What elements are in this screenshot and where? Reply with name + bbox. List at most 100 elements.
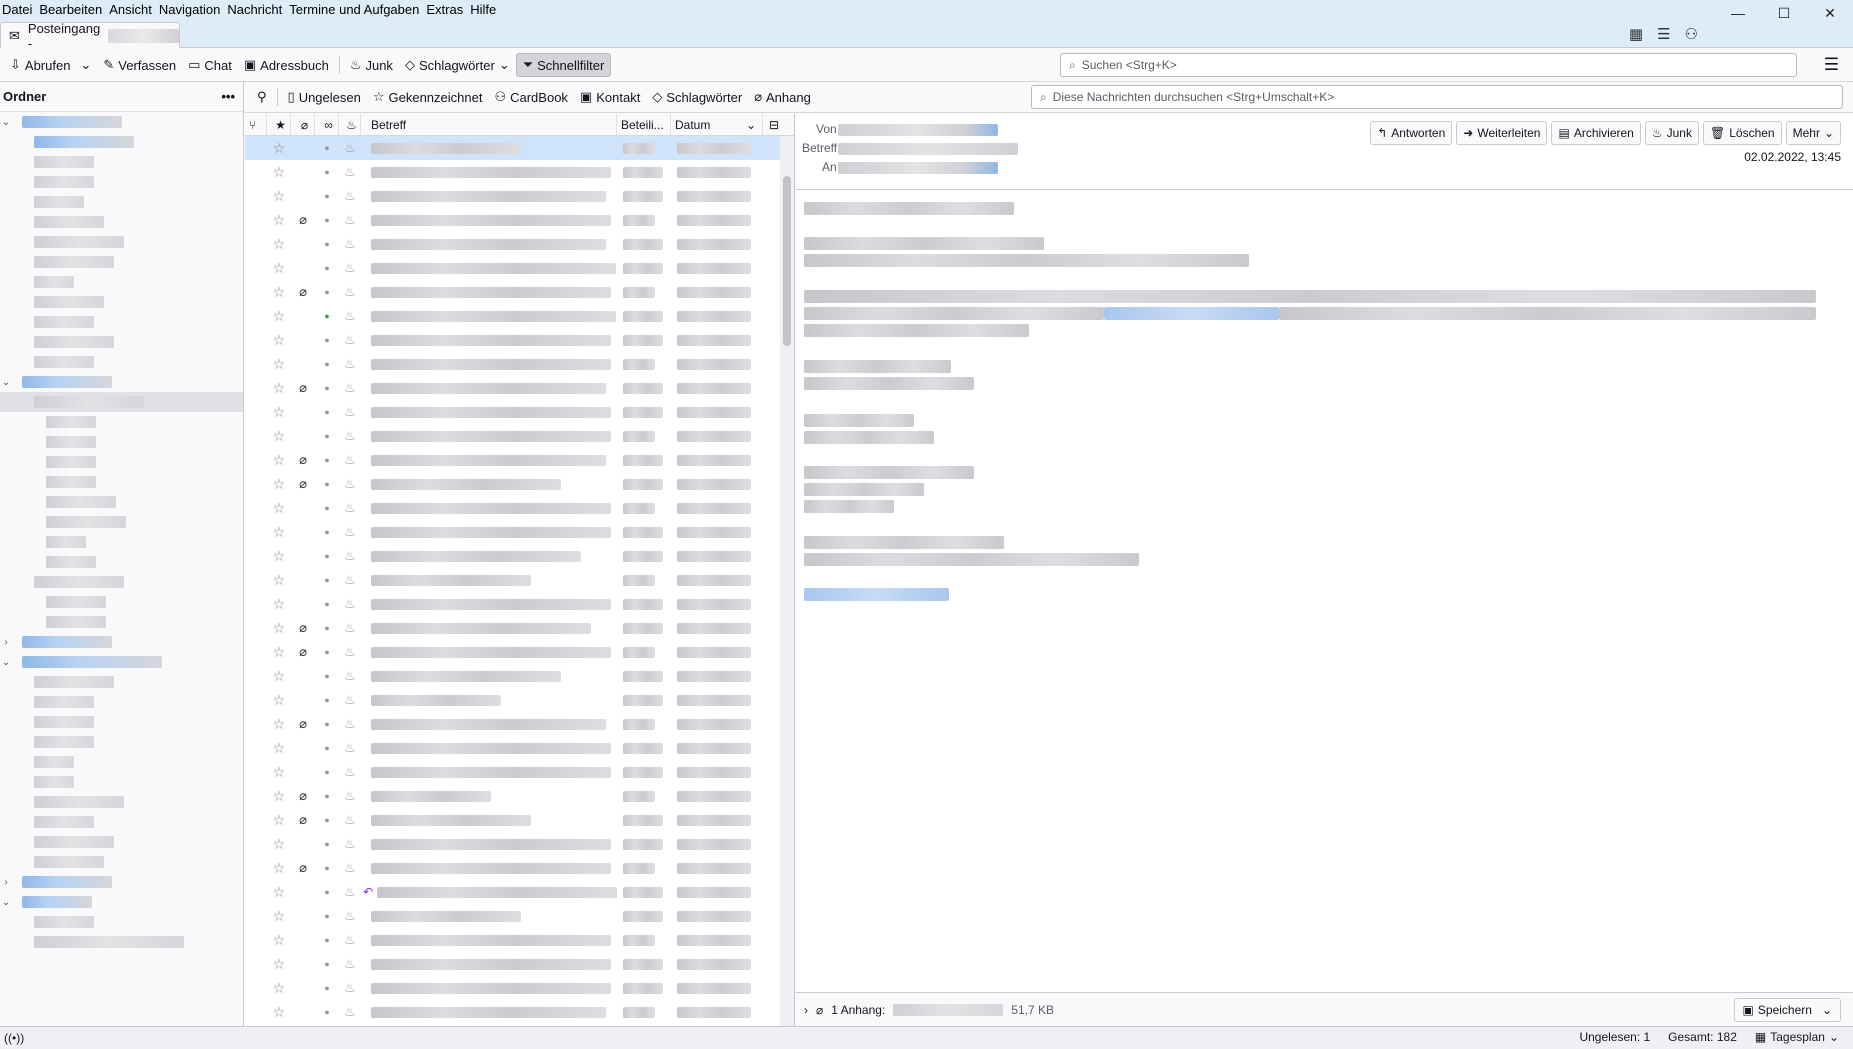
read-dot-icon[interactable]: ●: [315, 616, 339, 640]
menu-navigation[interactable]: Navigation: [157, 2, 225, 17]
table-row[interactable]: ☆ ⌀ ● ♨: [245, 376, 794, 400]
tab-inbox[interactable]: ✉ Posteingang -: [0, 21, 180, 51]
table-row[interactable]: ☆ ● ♨: [245, 232, 794, 256]
table-row[interactable]: ☆ ⌀ ● ♨: [245, 472, 794, 496]
folder-item[interactable]: [0, 412, 243, 432]
global-search-input[interactable]: ⌕ Suchen <Strg+K>: [1060, 53, 1797, 77]
folder-item[interactable]: [0, 212, 243, 232]
folder-item[interactable]: [0, 692, 243, 712]
table-row[interactable]: ☆ ● ♨: [245, 760, 794, 784]
junk-icon[interactable]: ♨: [339, 232, 361, 256]
table-row[interactable]: ☆ ● ♨: [245, 136, 794, 160]
folder-item[interactable]: [0, 852, 243, 872]
read-dot-icon[interactable]: ●: [315, 568, 339, 592]
column-attachment-icon[interactable]: ⌀: [291, 114, 315, 136]
star-icon[interactable]: ☆: [267, 256, 291, 280]
folder-item[interactable]: [0, 792, 243, 812]
thread-scrollbar[interactable]: [780, 136, 794, 1026]
read-dot-icon[interactable]: ●: [315, 544, 339, 568]
star-icon[interactable]: ☆: [267, 520, 291, 544]
read-dot-icon[interactable]: ●: [315, 472, 339, 496]
read-dot-icon[interactable]: ●: [315, 424, 339, 448]
table-row[interactable]: ☆ ⌀ ● ♨: [245, 784, 794, 808]
folder-item[interactable]: [0, 712, 243, 732]
write-button[interactable]: ✎ Verfassen: [97, 54, 182, 76]
junk-icon[interactable]: ♨: [339, 976, 361, 1000]
folder-item[interactable]: [0, 432, 243, 452]
junk-message-button[interactable]: ♨ Junk: [1644, 121, 1699, 145]
folder-item[interactable]: [0, 352, 243, 372]
table-row[interactable]: ☆ ● ♨: [245, 568, 794, 592]
folder-item[interactable]: [0, 472, 243, 492]
junk-icon[interactable]: ♨: [339, 568, 361, 592]
read-dot-icon[interactable]: ●: [315, 808, 339, 832]
star-icon[interactable]: ☆: [267, 328, 291, 352]
table-row[interactable]: ☆ ⌀ ● ♨: [245, 640, 794, 664]
junk-icon[interactable]: ♨: [339, 664, 361, 688]
unread-dot-icon[interactable]: ●: [315, 304, 339, 328]
star-icon[interactable]: ☆: [267, 136, 291, 160]
table-row[interactable]: ☆ ⌀ ● ♨: [245, 616, 794, 640]
menu-hilfe[interactable]: Hilfe: [468, 2, 501, 17]
from-value-redacted[interactable]: [838, 124, 998, 136]
table-row[interactable]: ☆ ● ♨: [245, 424, 794, 448]
folder-item[interactable]: [0, 752, 243, 772]
tasks-icon[interactable]: ☰: [1657, 25, 1670, 43]
read-dot-icon[interactable]: ●: [315, 208, 339, 232]
read-dot-icon[interactable]: ●: [315, 280, 339, 304]
table-row[interactable]: ☆ ● ♨: [245, 928, 794, 952]
quick-filter-search-input[interactable]: ⌕ Diese Nachrichten durchsuchen <Strg+Um…: [1031, 85, 1843, 109]
folder-item[interactable]: [0, 732, 243, 752]
star-icon[interactable]: ☆: [267, 400, 291, 424]
to-value-redacted[interactable]: [838, 162, 998, 174]
thread-scrollbar-thumb[interactable]: [783, 176, 791, 346]
star-icon[interactable]: ☆: [267, 592, 291, 616]
filter-starred-button[interactable]: ☆ Gekennzeichnet: [367, 86, 489, 108]
star-icon[interactable]: ☆: [267, 664, 291, 688]
junk-icon[interactable]: ♨: [339, 376, 361, 400]
folder-item[interactable]: [0, 532, 243, 552]
folder-twisty-icon[interactable]: ⌄: [0, 117, 12, 128]
filter-tags-button[interactable]: ◇ Schlagwörter: [646, 86, 748, 108]
star-icon[interactable]: ☆: [267, 376, 291, 400]
star-icon[interactable]: ☆: [267, 304, 291, 328]
folder-twisty-icon[interactable]: ›: [0, 877, 12, 888]
star-icon[interactable]: ☆: [267, 160, 291, 184]
body-link[interactable]: [1104, 307, 1279, 320]
table-row[interactable]: ☆ ● ♨: [245, 904, 794, 928]
junk-icon[interactable]: ♨: [339, 736, 361, 760]
folder-item[interactable]: [0, 612, 243, 632]
folder-item[interactable]: [0, 152, 243, 172]
folder-item[interactable]: [0, 932, 243, 952]
online-status-icon[interactable]: ((•)): [4, 1031, 24, 1045]
junk-icon[interactable]: ♨: [339, 952, 361, 976]
table-row[interactable]: ☆ ● ♨: [245, 976, 794, 1000]
read-dot-icon[interactable]: ●: [315, 1000, 339, 1024]
junk-icon[interactable]: ♨: [339, 136, 361, 160]
filter-contact-button[interactable]: ▣ Kontakt: [574, 86, 646, 108]
junk-icon[interactable]: ♨: [339, 688, 361, 712]
chat-button[interactable]: ▭ Chat: [182, 54, 238, 76]
address-book-button[interactable]: ▣ Adressbuch: [238, 54, 335, 76]
junk-icon[interactable]: ♨: [339, 928, 361, 952]
sticky-filter-button[interactable]: ⚲: [251, 86, 273, 108]
star-icon[interactable]: ☆: [267, 352, 291, 376]
star-icon[interactable]: ☆: [267, 544, 291, 568]
star-icon[interactable]: ☆: [267, 424, 291, 448]
folder-item[interactable]: [0, 172, 243, 192]
star-icon[interactable]: ☆: [267, 784, 291, 808]
junk-icon[interactable]: ♨: [339, 784, 361, 808]
folder-item[interactable]: [0, 272, 243, 292]
folder-item[interactable]: [0, 672, 243, 692]
star-icon[interactable]: ☆: [267, 472, 291, 496]
reply-button[interactable]: ↰ Antworten: [1370, 121, 1453, 145]
read-dot-icon[interactable]: ●: [315, 784, 339, 808]
junk-icon[interactable]: ♨: [339, 304, 361, 328]
star-icon[interactable]: ☆: [267, 1000, 291, 1024]
read-dot-icon[interactable]: ●: [315, 136, 339, 160]
junk-icon[interactable]: ♨: [339, 616, 361, 640]
folder-twisty-icon[interactable]: ⌄: [0, 897, 12, 908]
junk-icon[interactable]: ♨: [339, 184, 361, 208]
read-dot-icon[interactable]: ●: [315, 976, 339, 1000]
junk-icon[interactable]: ♨: [339, 808, 361, 832]
